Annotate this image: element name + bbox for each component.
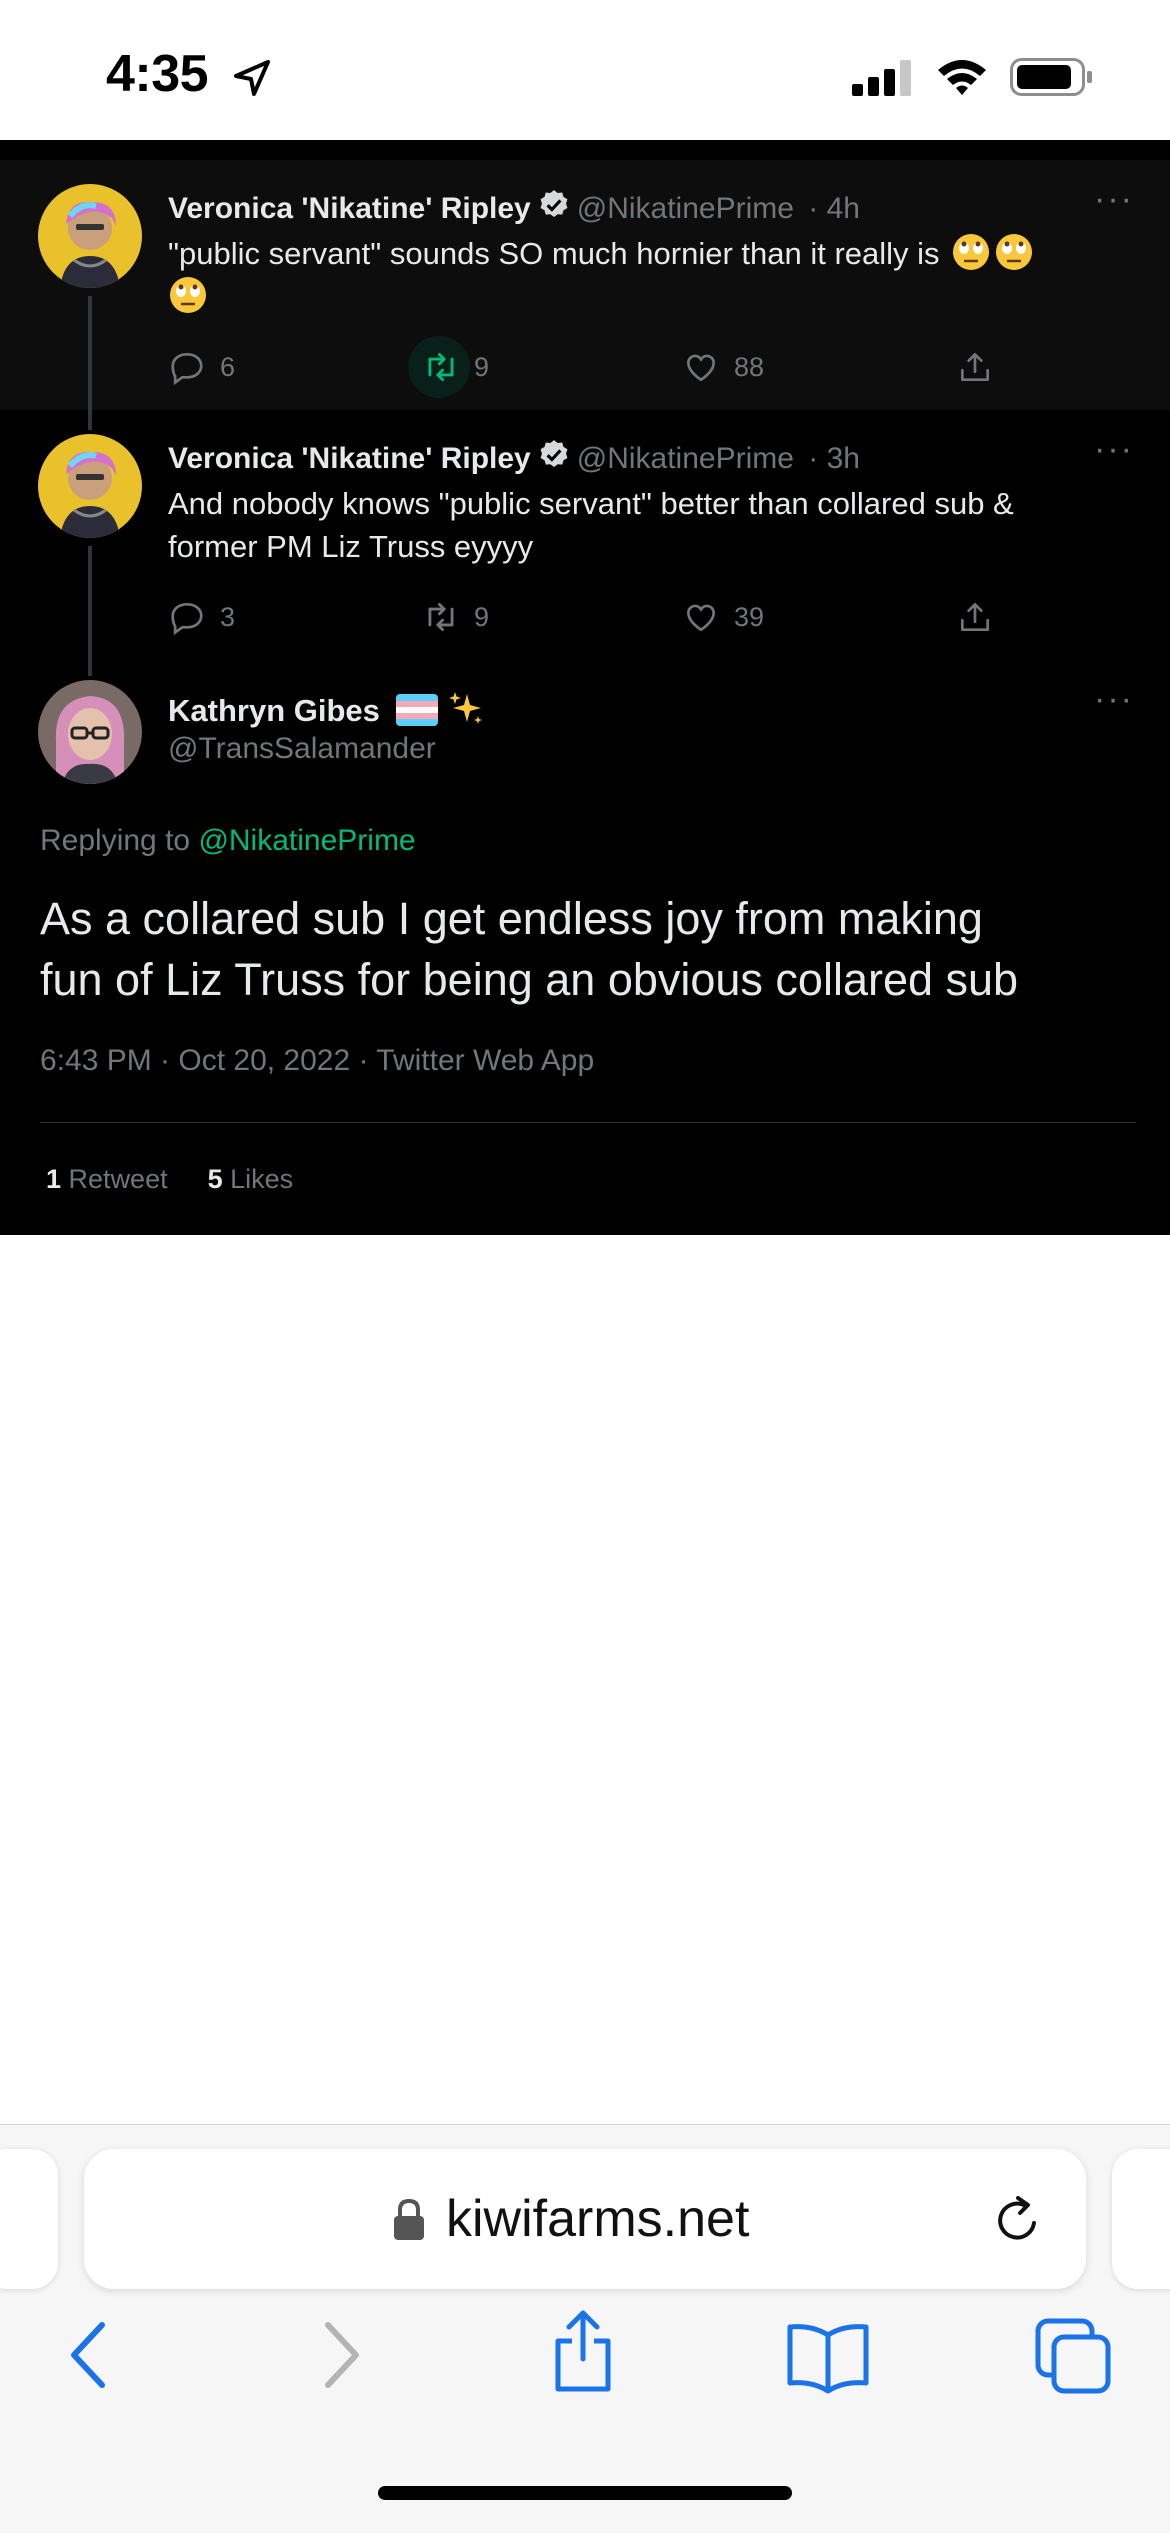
engagement-stats: 1 Retweet 5 Likes [46,1164,293,1195]
transgender-flag-icon [395,694,438,726]
tweet-embed: Veronica 'Nikatine' Ripley @NikatinePrime… [0,140,1170,1235]
retweet-stat[interactable]: 1 Retweet [46,1164,168,1194]
back-icon[interactable] [60,2315,120,2395]
forward-icon[interactable] [310,2315,370,2395]
like-count: 39 [734,601,765,632]
share-icon [960,602,990,632]
reply-button[interactable]: 3 [168,592,235,642]
sparkles-icon [449,692,483,724]
tweet-time[interactable]: · 4h [808,192,860,225]
battery-icon [1010,58,1092,96]
status-time: 4:35 [106,45,209,103]
face-with-rolling-eyes-icon [996,234,1033,270]
retweet-count: 9 [474,351,490,382]
reply-icon [171,352,203,386]
face-with-rolling-eyes-icon [953,234,990,270]
retweet-button[interactable]: 9 [408,336,490,398]
previous-tab-peek[interactable] [0,2149,58,2289]
tweet-header: Veronica 'Nikatine' Ripley @NikatinePrime… [168,438,860,476]
thread-tweet-1[interactable]: Veronica 'Nikatine' Ripley @NikatinePrime… [0,160,1170,430]
status-bar: 4:35 [0,0,1170,140]
retweet-count: 9 [474,601,490,632]
author-name[interactable]: Kathryn Gibes [168,693,380,728]
bookmarks-icon[interactable] [784,2315,872,2395]
tweet-actions: 6 9 88 [168,336,1028,398]
location-arrow-icon [234,60,270,96]
reply-count: 6 [220,351,236,382]
author-name[interactable]: Veronica 'Nikatine' Ripley [168,192,531,225]
like-count: 88 [734,351,765,382]
tweet-text-line-1: And nobody knows "public servant" better… [168,486,1014,521]
avatar[interactable] [38,184,142,288]
home-indicator[interactable] [378,2486,792,2500]
mention-link[interactable]: @NikatinePrime [198,824,415,857]
more-options-icon[interactable]: ··· [1094,680,1134,719]
retweet-icon [428,602,454,632]
main-text-line-1: As a collared sub I get endless joy from… [40,893,983,944]
main-tweet-text: As a collared sub I get endless joy from… [40,888,1140,1010]
tweet-text-line-2: former PM Liz Truss eyyyy [168,529,534,564]
face-with-rolling-eyes-icon [170,277,206,313]
cellular-signal-icon [852,60,911,96]
tweet-text: "public servant" sounds SO much hornier … [168,232,1118,318]
reply-button[interactable]: 6 [168,342,235,392]
retweet-icon [428,352,454,382]
browser-toolbar: kiwifarms.net [0,2124,1170,2533]
main-text-line-2: fun of Liz Truss for being an obvious co… [40,954,1019,1005]
share-tweet-button[interactable] [956,592,994,642]
author-handle[interactable]: @NikatinePrime [577,192,794,225]
retweet-button[interactable]: 9 [422,592,489,642]
author-name[interactable]: Veronica 'Nikatine' Ripley [168,442,531,475]
verified-badge-icon [540,440,568,468]
author-handle[interactable]: @NikatinePrime [577,442,794,475]
tweet-timestamp[interactable]: 6:43 PM · Oct 20, 2022 · Twitter Web App [40,1044,594,1078]
share-icon [960,352,990,382]
heart-icon [686,354,716,382]
reply-icon [171,602,203,636]
tabs-icon[interactable] [1034,2315,1114,2395]
thread-connector [88,546,92,676]
more-options-icon[interactable]: ··· [1094,180,1134,219]
share-tweet-button[interactable] [956,342,994,392]
main-author: Kathryn Gibes [168,690,485,729]
tweet-text-body: "public servant" sounds SO much hornier … [168,236,940,271]
like-button[interactable]: 88 [682,342,764,392]
next-tab-peek[interactable] [1112,2149,1170,2289]
replying-to: Replying to @NikatinePrime [40,824,416,858]
avatar[interactable] [38,434,142,538]
tweet-time[interactable]: · 3h [808,442,860,475]
lock-icon [394,2198,424,2240]
replying-label: Replying to [40,824,191,857]
reply-count: 3 [220,601,236,632]
tweet-header: Veronica 'Nikatine' Ripley @NikatinePrime… [168,188,860,226]
wifi-icon [938,60,986,95]
share-icon[interactable] [548,2305,618,2395]
reload-icon[interactable] [988,2189,1048,2249]
heart-icon [686,604,716,632]
author-handle[interactable]: @TransSalamander [168,732,436,766]
tweet-actions: 3 9 39 [168,592,1028,642]
address-bar[interactable]: kiwifarms.net [84,2149,1086,2289]
more-options-icon[interactable]: ··· [1094,430,1134,469]
tweet-text: And nobody knows "public servant" better… [168,482,1118,568]
url-text[interactable]: kiwifarms.net [446,2189,749,2249]
verified-badge-icon [540,190,568,218]
avatar[interactable] [38,680,142,784]
like-button[interactable]: 39 [682,592,764,642]
divider [40,1122,1136,1123]
like-stat[interactable]: 5 Likes [208,1164,294,1194]
